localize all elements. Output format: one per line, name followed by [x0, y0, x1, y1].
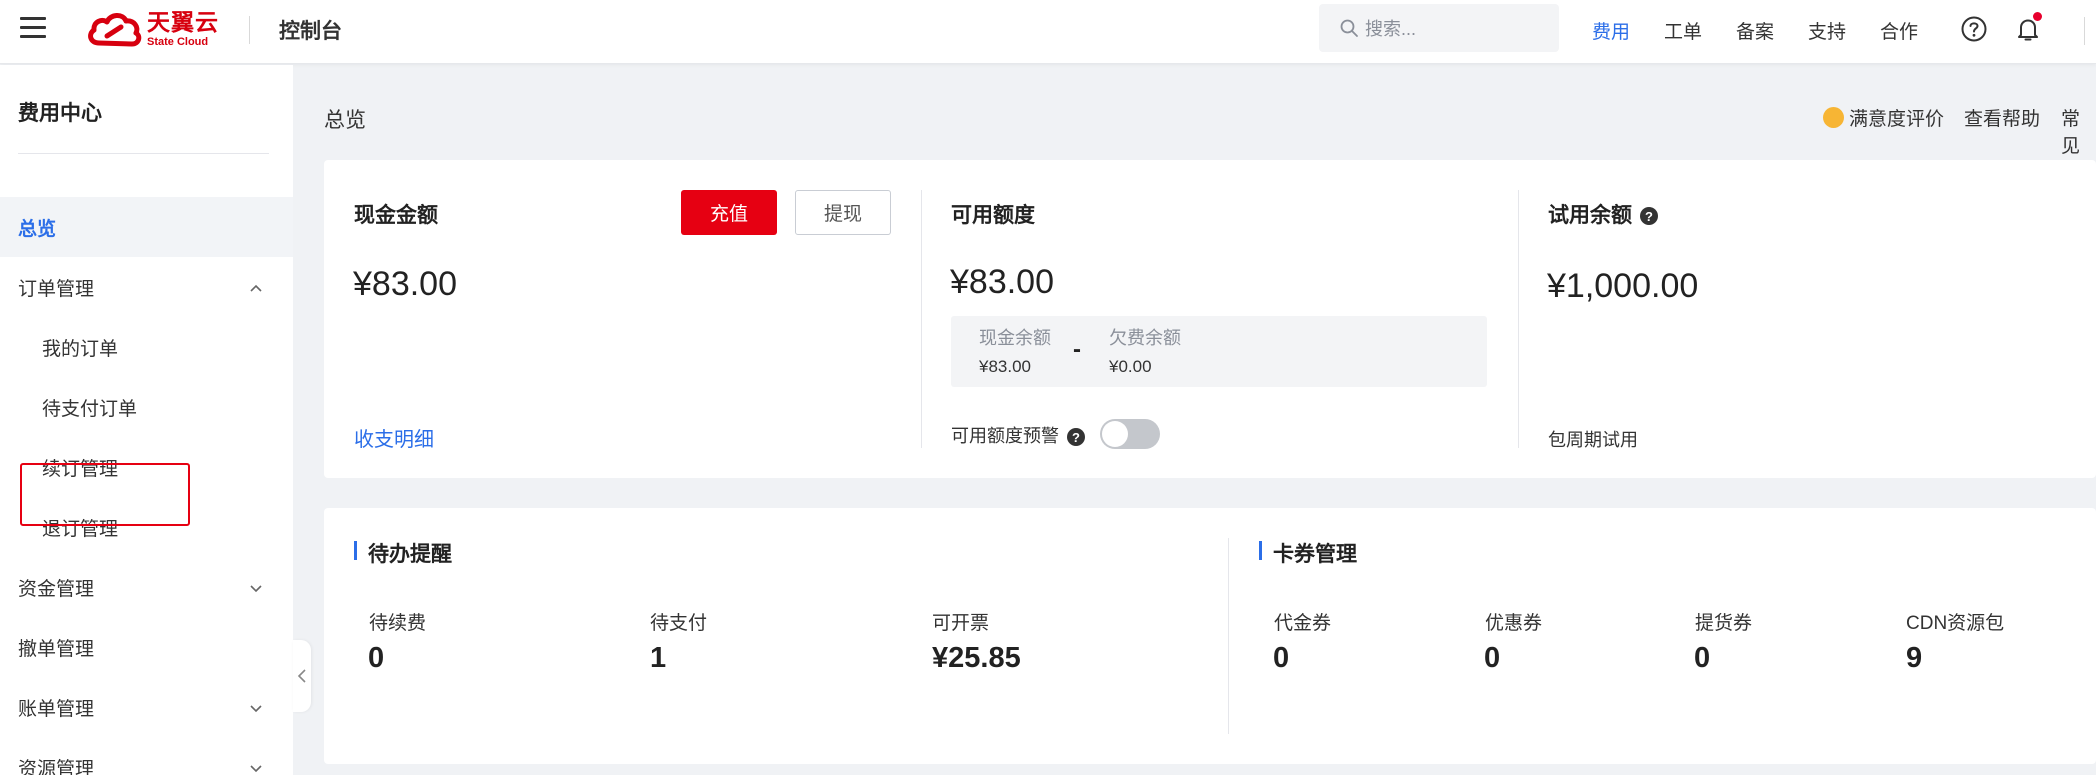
sidebar-item-label: 资金管理: [18, 578, 95, 600]
sidebar-item-unsubscribe[interactable]: 退订管理: [0, 497, 293, 557]
smiley-icon: [1823, 107, 1844, 128]
header-divider-right: [2084, 17, 2085, 45]
summary-card: [324, 508, 2096, 764]
cash-amount-label: 现金金额: [354, 204, 438, 227]
sidebar-divider: [18, 153, 269, 154]
column-divider: [921, 190, 922, 448]
sidebar-item-label: 订单管理: [18, 278, 95, 300]
coupon-pickup-value[interactable]: 0: [1694, 642, 1710, 675]
nav-filing[interactable]: 备案: [1736, 17, 1774, 44]
sidebar-item-label: 待支付订单: [42, 398, 138, 420]
credit-alert-row: 可用额度预警?: [951, 422, 1085, 448]
nav-tickets[interactable]: 工单: [1664, 17, 1702, 44]
cloud-logo-icon: [88, 13, 142, 47]
sidebar-item-label: 资源管理: [18, 758, 95, 775]
coupon-discount-value[interactable]: 0: [1484, 642, 1500, 675]
sidebar-item-funds[interactable]: 资金管理: [0, 557, 293, 617]
column-divider: [1228, 538, 1229, 734]
satisfaction-label: 满意度评价: [1849, 109, 1945, 130]
header-divider: [249, 16, 250, 44]
withdraw-button[interactable]: 提现: [795, 190, 891, 235]
sidebar-item-bills[interactable]: 账单管理: [0, 677, 293, 737]
cash-balance-label: 现金余额: [979, 328, 1051, 348]
satisfaction-link[interactable]: 满意度评价: [1823, 104, 1944, 131]
trial-balance-row: 试用余额?: [1548, 199, 1658, 229]
trial-balance-label: 试用余额: [1548, 204, 1632, 227]
sidebar-item-label: 总览: [18, 218, 57, 240]
chevron-down-icon: [250, 765, 262, 773]
question-icon[interactable]: ?: [1067, 428, 1085, 447]
chevron-up-icon: [250, 284, 262, 292]
todo-renew-label: 待续费: [369, 613, 427, 634]
sidebar-item-pending-orders[interactable]: 待支付订单: [0, 377, 293, 437]
periodic-trial-label: 包周期试用: [1548, 430, 1638, 450]
coupon-cdn-value[interactable]: 9: [1906, 642, 1922, 675]
coupon-voucher-value[interactable]: 0: [1273, 642, 1289, 675]
column-divider: [1518, 190, 1519, 448]
sidebar-item-label: 撤单管理: [18, 638, 95, 660]
sidebar-item-my-orders[interactable]: 我的订单: [0, 317, 293, 377]
help-icon[interactable]: [1959, 14, 1989, 44]
cash-balance-value: ¥83.00: [979, 357, 1031, 376]
search-placeholder: 搜索...: [1365, 19, 1417, 39]
notification-dot: [2033, 12, 2042, 21]
credit-breakdown: 现金余额 ¥83.00 - 欠费余额 ¥0.00: [951, 316, 1487, 387]
coupon-section-title: 卡券管理: [1259, 538, 1357, 568]
logo-text-en: State Cloud: [147, 35, 209, 48]
sidebar-item-label: 续订管理: [42, 458, 119, 480]
nav-fees[interactable]: 费用: [1592, 17, 1630, 44]
available-credit-value: ¥83.00: [950, 263, 1054, 301]
search-icon: [1340, 19, 1358, 37]
logo-text-cn: 天翼云: [147, 8, 219, 35]
nav-support[interactable]: 支持: [1808, 17, 1846, 44]
coupon-voucher-label: 代金券: [1274, 613, 1332, 634]
trial-balance-value: ¥1,000.00: [1547, 267, 1699, 305]
coupon-cdn-label: CDN资源包: [1906, 613, 2005, 634]
nav-partner[interactable]: 合作: [1880, 17, 1918, 44]
sidebar-item-renewals[interactable]: 续订管理: [0, 437, 293, 497]
page-title: 总览: [324, 109, 366, 132]
sidebar-item-overview[interactable]: 总览: [0, 197, 293, 257]
chevron-left-icon: [297, 669, 306, 683]
todo-pay-label: 待支付: [650, 613, 708, 634]
todo-renew-value[interactable]: 0: [368, 642, 384, 675]
available-credit-label: 可用额度: [951, 204, 1035, 227]
transactions-link[interactable]: 收支明细: [354, 423, 434, 452]
credit-alert-toggle[interactable]: [1100, 419, 1160, 449]
chevron-down-icon: [250, 705, 262, 713]
sidebar-item-label: 我的订单: [42, 338, 119, 360]
sidebar-collapse-button[interactable]: [293, 640, 311, 712]
sidebar-item-cancellations[interactable]: 撤单管理: [0, 617, 293, 677]
question-icon[interactable]: ?: [1640, 207, 1658, 226]
sidebar-item-label: 退订管理: [42, 518, 119, 540]
coupon-discount-label: 优惠券: [1485, 613, 1543, 634]
todo-section-title: 待办提醒: [354, 538, 452, 568]
top-header: 天翼云 State Cloud 控制台 搜索... 费用 工单 备案 支持 合作: [0, 0, 2096, 64]
toggle-knob: [1102, 421, 1128, 447]
coupon-pickup-label: 提货券: [1695, 613, 1753, 634]
sidebar: 费用中心 总览 订单管理 我的订单 待支付订单 续订管理 退订管理 资金管理 撤…: [0, 65, 293, 775]
menu-icon[interactable]: [20, 17, 46, 39]
console-title[interactable]: 控制台: [279, 15, 342, 45]
help-link[interactable]: 查看帮助: [1964, 104, 2040, 131]
todo-pay-value[interactable]: 1: [650, 642, 666, 675]
arrears-label: 欠费余额: [1109, 328, 1181, 348]
credit-alert-label: 可用额度预警: [951, 426, 1059, 446]
minus-sign: -: [1073, 336, 1081, 363]
faq-link[interactable]: 常见: [2061, 104, 2096, 158]
todo-invoice-value[interactable]: ¥25.85: [932, 642, 1021, 675]
sidebar-title: 费用中心: [18, 102, 102, 125]
arrears-value: ¥0.00: [1109, 357, 1152, 376]
sidebar-item-resources[interactable]: 资源管理: [0, 737, 293, 775]
chevron-down-icon: [250, 585, 262, 593]
search-input[interactable]: 搜索...: [1319, 4, 1559, 52]
sidebar-item-orders[interactable]: 订单管理: [0, 257, 293, 317]
sidebar-item-label: 账单管理: [18, 698, 95, 720]
cash-amount-value: ¥83.00: [353, 265, 457, 303]
todo-invoice-label: 可开票: [932, 613, 990, 634]
recharge-button[interactable]: 充值: [681, 190, 777, 235]
state-cloud-logo[interactable]: 天翼云 State Cloud: [85, 8, 225, 50]
